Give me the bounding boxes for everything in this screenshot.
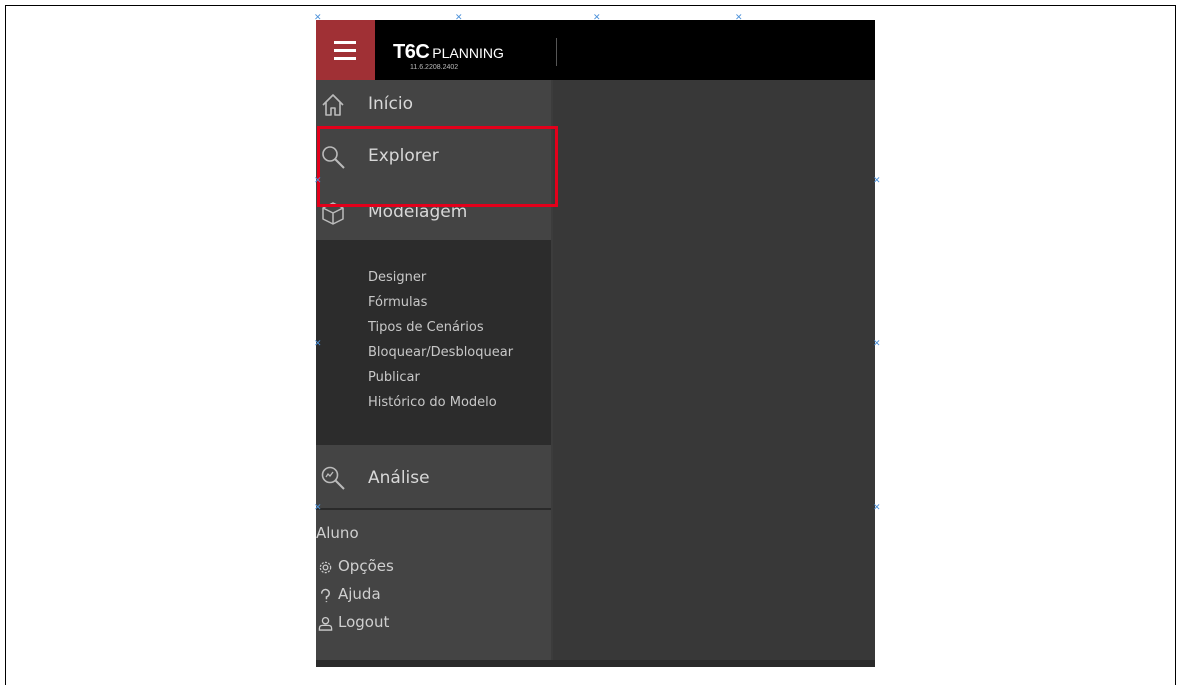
version-label: 11.6.2208.2402 [410, 64, 459, 71]
resize-handle: ✕ [593, 13, 601, 23]
submenu-item-designer[interactable]: Designer [368, 270, 426, 285]
submenu-item-publicar[interactable]: Publicar [368, 370, 420, 385]
logo-product: PLANNING [432, 45, 504, 61]
resize-handle: ✕ [455, 13, 463, 23]
modelagem-submenu: Designer Fórmulas Tipos de Cenários Bloq… [316, 240, 551, 445]
resize-handle: ✕ [735, 13, 743, 23]
resize-handle: ✕ [873, 176, 881, 186]
resize-handle: ✕ [314, 13, 322, 23]
app-logo: T6C PLANNING [393, 41, 504, 64]
user-name: Aluno [316, 524, 359, 542]
nav-item-analise[interactable]: Análise [316, 450, 551, 506]
options-label: Opções [338, 557, 394, 575]
top-bar: T6C PLANNING 11.6.2208.2402 [316, 20, 875, 80]
resize-handle: ✕ [314, 176, 322, 186]
menu-icon-bar [334, 57, 356, 60]
home-icon [322, 94, 344, 116]
resize-handle: ✕ [314, 339, 322, 349]
submenu-item-historico[interactable]: Histórico do Modelo [368, 395, 497, 410]
hamburger-menu-button[interactable] [316, 20, 375, 80]
nav-item-label: Início [368, 94, 413, 114]
logout-label: Logout [338, 613, 390, 631]
help-label: Ajuda [338, 585, 381, 603]
help-icon [321, 588, 330, 603]
explorer-highlight-box [317, 126, 558, 207]
resize-handle: ✕ [873, 503, 881, 513]
bottom-bar [316, 660, 875, 667]
menu-icon-bar [334, 49, 356, 52]
user-icon [318, 616, 333, 631]
nav-item-label: Análise [368, 468, 430, 488]
menu-icon-bar [334, 41, 356, 44]
topbar-divider [556, 38, 557, 66]
app-window: T6C PLANNING 11.6.2208.2402 Início Explor… [316, 20, 875, 667]
main-content-area [553, 80, 875, 667]
logo-brand: T6C [393, 41, 430, 63]
resize-handle: ✕ [873, 339, 881, 349]
submenu-item-formulas[interactable]: Fórmulas [368, 295, 427, 310]
submenu-item-tipos-cenarios[interactable]: Tipos de Cenários [368, 320, 484, 335]
resize-handle: ✕ [314, 503, 322, 513]
sidebar-divider [316, 508, 551, 510]
analysis-search-icon [321, 466, 345, 490]
gear-icon [319, 561, 332, 574]
nav-item-inicio[interactable]: Início [316, 80, 551, 130]
submenu-item-bloquear[interactable]: Bloquear/Desbloquear [368, 345, 513, 360]
